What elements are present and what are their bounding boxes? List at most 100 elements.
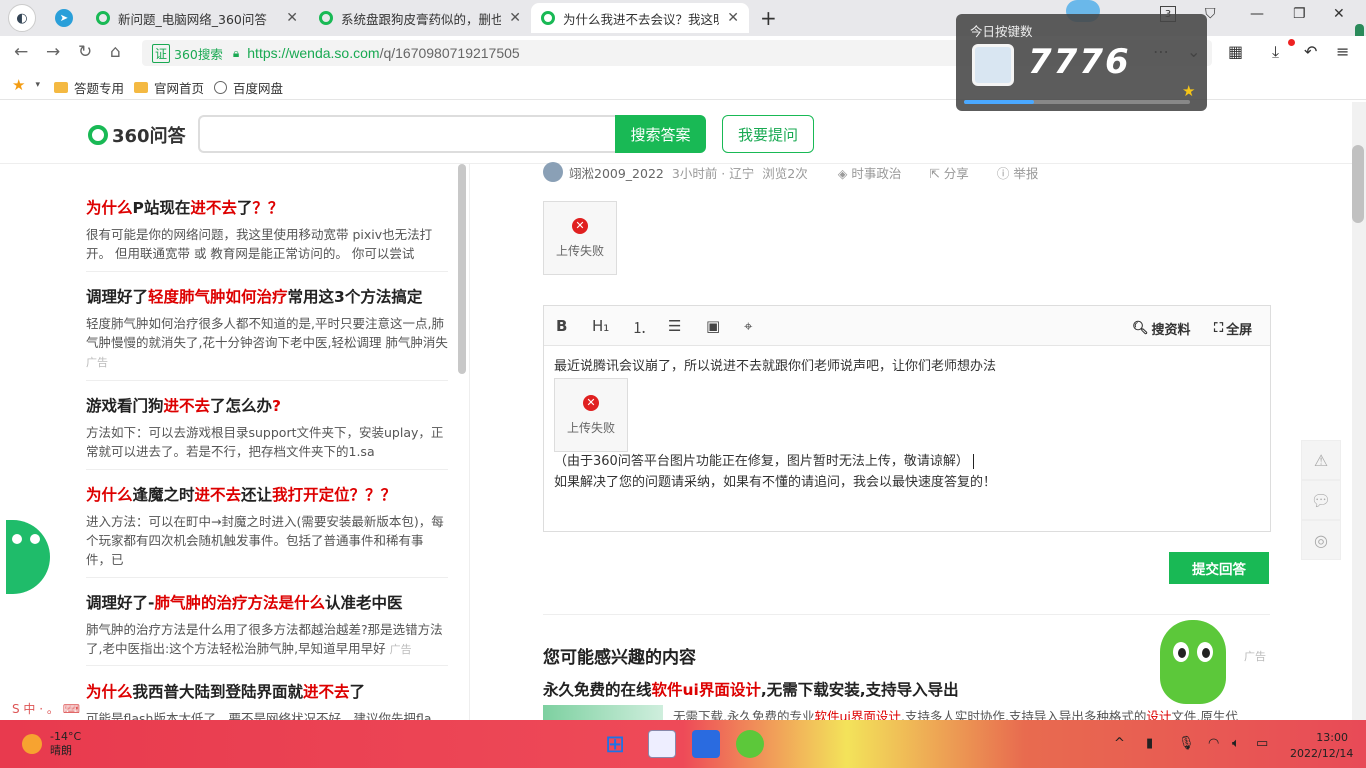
ordered-list-icon[interactable]: ⒈ — [632, 317, 647, 338]
answer-editor[interactable]: B H₁ ⒈ ☰ ▣ ⌖ 🔍︎ 搜资料 ⛶ 全屏 最近说腾讯会议崩了，所以说进不去就… — [543, 305, 1271, 532]
answer-image-failed: ✕ 上传失败 — [554, 378, 628, 452]
telegram-icon[interactable]: ➤ — [55, 9, 73, 27]
folder-icon — [134, 82, 148, 93]
search-answer-button[interactable]: 搜索答案 — [615, 115, 706, 153]
reload-icon[interactable]: ↻ — [78, 42, 92, 62]
back-icon[interactable]: ← — [14, 42, 28, 62]
list-item[interactable]: 为什么逢魔之时进不去还让我打开定位？？？ 进入方法：可以在町中→封魔之时进入(需… — [86, 483, 448, 578]
undo-icon[interactable]: ↶ — [1304, 42, 1317, 61]
bookmark-baidu-pan[interactable]: 百度网盘 — [214, 78, 283, 97]
url-host: https://wenda.so.com — [247, 45, 380, 61]
ime-toolbar[interactable]: S 中 · 。 ⌨ — [12, 700, 80, 717]
recommend-heading: 您可能感兴趣的内容 — [543, 648, 696, 668]
weather-widget[interactable]: -14°C 晴朗 — [22, 730, 81, 758]
page-scroll-thumb[interactable] — [1352, 145, 1364, 223]
ad-title-link[interactable]: 永久免费的在线软件ui界面设计,无需下载安装,支持导入导出 — [543, 678, 959, 700]
ask-question-button[interactable]: 我要提问 — [722, 115, 814, 153]
search-material-button[interactable]: 🔍︎ 搜资料 — [1132, 319, 1191, 338]
wifi-icon[interactable]: ◠ — [1208, 736, 1219, 751]
alert-icon: ⓘ — [996, 165, 1010, 181]
text-cursor — [972, 454, 974, 469]
fullscreen-button[interactable]: ⛶ 全屏 — [1214, 319, 1252, 338]
new-tab-icon[interactable]: + — [760, 6, 777, 30]
notification-dot — [1288, 39, 1295, 46]
chart-app-icon[interactable] — [648, 730, 676, 758]
download-icon[interactable]: ⤓ — [1272, 42, 1279, 62]
username[interactable]: 翊淞2009_2022 — [569, 163, 664, 182]
avatar[interactable] — [543, 162, 563, 182]
tab-2[interactable]: 系统盘跟狗皮膏药似的，删也删 ✕ — [309, 3, 531, 33]
lock-icon: 🔒︎ — [232, 45, 240, 60]
cloud-app-icon[interactable] — [692, 730, 720, 758]
bookmark-star-icon[interactable]: ★ ▾ — [12, 76, 40, 94]
volume-icon[interactable]: 🔈︎ — [1232, 736, 1240, 751]
clock[interactable]: 13:00 2022/12/14 — [1290, 730, 1353, 762]
list-item[interactable]: 调理好了-肺气肿的治疗方法是什么认准老中医 肺气肿的治疗方法是什么用了很多方法都… — [86, 591, 448, 666]
unordered-list-icon[interactable]: ☰ — [668, 317, 681, 335]
category-link[interactable]: ◈ 时事政治 — [838, 163, 902, 182]
list-item[interactable]: 为什么我西普大陆到登陆界面就进不去了 可能是flash版本太低了，要不是网络状况… — [86, 680, 448, 720]
error-icon: ✕ — [572, 217, 588, 234]
close-tab-icon[interactable]: ✕ — [286, 10, 298, 26]
pen-icon[interactable]: ▮ — [1146, 736, 1153, 751]
share-icon: ⇱ — [929, 165, 940, 181]
left-scrollbar[interactable] — [458, 164, 466, 374]
editor-content[interactable]: 最近说腾讯会议崩了，所以说进不去就跟你们老师说声吧，让你们老师想办法 — [554, 356, 996, 377]
bookmark-answer[interactable]: 答题专用 — [54, 78, 124, 97]
report-link[interactable]: ⓘ 举报 — [997, 163, 1039, 182]
divider — [543, 614, 1270, 615]
submit-answer-button[interactable]: 提交回答 — [1169, 552, 1269, 584]
logo-q-icon — [88, 125, 108, 145]
cert-icon: 证 — [152, 43, 171, 63]
fullscreen-icon: ⛶ — [1214, 321, 1224, 336]
close-window-icon[interactable]: ✕ — [1333, 6, 1345, 22]
list-item[interactable]: 游戏看门狗进不去了怎么办? 方法如下：可以去游戏根目录support文件夹下，安… — [86, 394, 448, 470]
star-icon: ★ — [1182, 82, 1196, 100]
wenda-favicon-icon — [319, 11, 333, 25]
search-input[interactable] — [198, 115, 616, 153]
tab-3-active[interactable]: 为什么我进不去会议？我这明明 ✕ — [531, 3, 749, 33]
battery-icon[interactable]: ▭ — [1256, 736, 1268, 751]
globe-icon — [214, 81, 227, 94]
share-link[interactable]: ⇱ 分享 — [929, 163, 968, 182]
wenda-favicon-icon — [541, 11, 555, 25]
start-icon[interactable]: ⊞ — [605, 730, 633, 758]
close-tab-icon[interactable]: ✕ — [509, 10, 521, 26]
bold-icon[interactable]: B — [556, 317, 567, 335]
question-meta: 翊淞2009_2022 3小时前 · 辽宁 浏览2次 ◈ 时事政治 ⇱ 分享 ⓘ… — [543, 162, 1038, 182]
feedback-icon[interactable]: ⚠ — [1301, 440, 1341, 480]
apps-grid-icon[interactable]: ▦ — [1228, 42, 1243, 61]
mic-icon[interactable]: 🎙︎ — [1178, 736, 1195, 751]
view-count: 浏览2次 — [762, 165, 808, 181]
location-icon[interactable]: ⌖ — [744, 317, 752, 335]
bookmark-official[interactable]: 官网首页 — [134, 78, 204, 97]
list-item[interactable]: 为什么P站现在进不去了？？ 很有可能是你的网络问题，我这里使用移动宽带 pixi… — [86, 196, 448, 272]
close-tab-icon[interactable]: ✕ — [727, 10, 739, 26]
ad-label: 广告 — [1244, 650, 1266, 663]
search-icon: 🔍︎ — [1132, 321, 1149, 336]
keypress-count: 7776 — [1028, 42, 1131, 82]
comment-icon[interactable]: 💬︎ — [1301, 480, 1341, 520]
browser-logo[interactable]: ◐ — [8, 4, 36, 32]
chevron-up-icon[interactable]: ^ — [1114, 736, 1125, 751]
maximize-icon[interactable]: ❐ — [1293, 6, 1306, 22]
heading-icon[interactable]: H₁ — [592, 317, 609, 335]
menu-icon[interactable]: ≡ — [1336, 42, 1349, 61]
weibo-icon[interactable]: ◎ — [1301, 520, 1341, 560]
ad-thumbnail[interactable] — [543, 705, 663, 721]
list-item[interactable]: 调理好了轻度肺气肿如何治疗常用这3个方法搞定 轻度肺气肿如何治疗很多人都不知道的… — [86, 285, 448, 381]
layers-icon: ◈ — [837, 165, 848, 181]
tab-1[interactable]: 新问题_电脑网络_360问答 ✕ — [86, 3, 308, 33]
url-path: /q/1670980719217505 — [379, 45, 520, 61]
green-mascot[interactable] — [1160, 620, 1226, 704]
progress-fill — [964, 100, 1035, 104]
site-logo[interactable]: 360问答 — [88, 122, 186, 148]
minimize-icon[interactable]: — — [1250, 6, 1264, 22]
home-icon[interactable]: ⌂ — [110, 42, 121, 62]
folder-icon — [54, 82, 68, 93]
forward-icon[interactable]: → — [46, 42, 60, 62]
image-icon[interactable]: ▣ — [706, 317, 720, 335]
keypress-counter-overlay[interactable]: 今日按键数 7776 ★ — [956, 14, 1207, 111]
sun-icon — [22, 734, 42, 754]
browser-app-icon[interactable] — [736, 730, 764, 758]
